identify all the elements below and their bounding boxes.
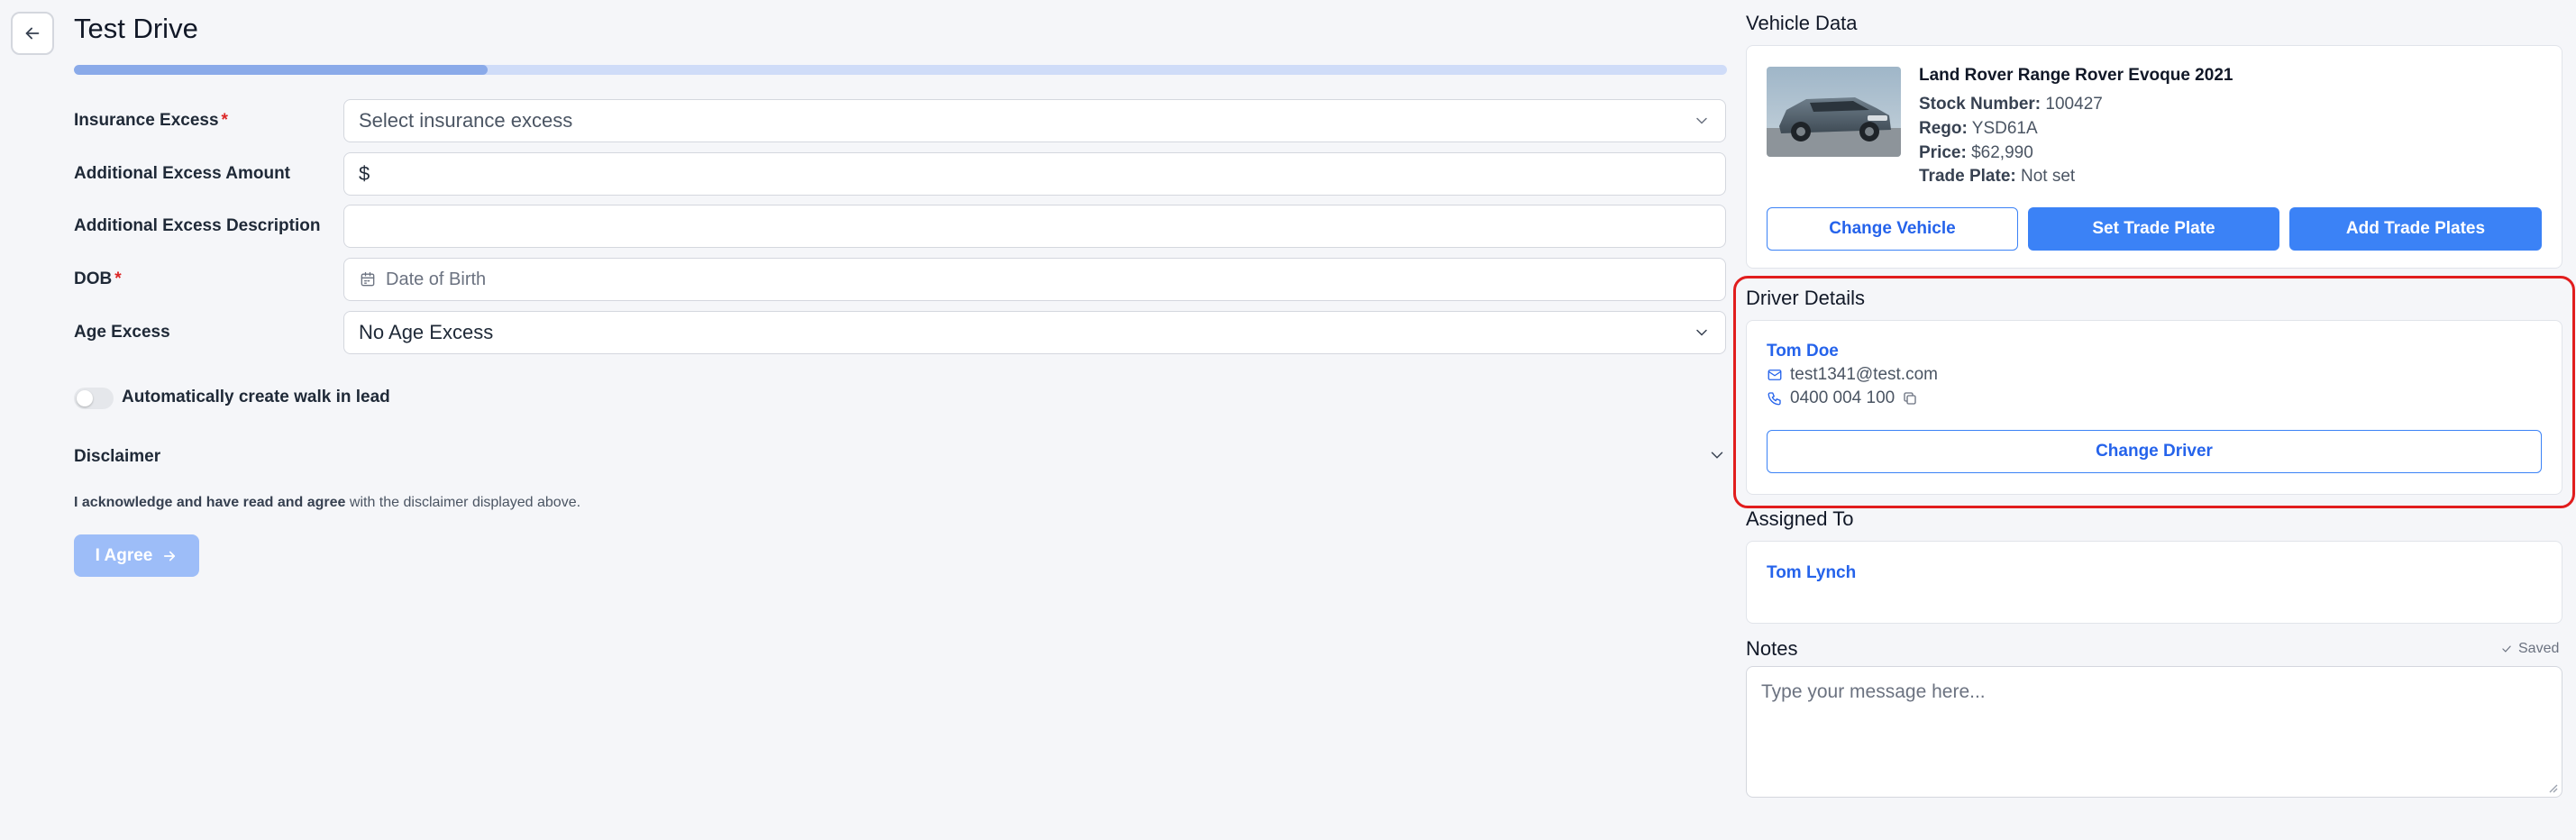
page-title: Test Drive xyxy=(74,13,198,44)
calendar-icon xyxy=(361,271,375,287)
copy-icon[interactable] xyxy=(1902,390,1918,406)
additional-excess-description-label: Additional Excess Description xyxy=(74,216,321,235)
driver-name-link[interactable]: Tom Doe xyxy=(1767,342,1839,361)
insurance-excess-placeholder: Select insurance excess xyxy=(359,109,573,132)
insurance-excess-label: Insurance Excess * xyxy=(74,111,228,130)
vehicle-image xyxy=(1767,67,1901,157)
agree-button[interactable]: I Agree xyxy=(74,534,199,577)
currency-prefix: $ xyxy=(359,162,370,185)
progress-bar xyxy=(74,65,1727,75)
driver-email: test1341@test.com xyxy=(1790,365,1938,384)
set-trade-plate-button[interactable]: Set Trade Plate xyxy=(2028,207,2279,251)
assigned-name-link[interactable]: Tom Lynch xyxy=(1767,563,1856,583)
notes-placeholder: Type your message here... xyxy=(1761,681,1986,702)
resize-handle-icon[interactable] xyxy=(2545,781,2558,793)
age-excess-value: No Age Excess xyxy=(359,321,494,343)
insurance-excess-select[interactable]: Select insurance excess xyxy=(343,99,1726,142)
vehicle-data-title: Vehicle Data xyxy=(1746,12,1858,34)
add-trade-plates-button[interactable]: Add Trade Plates xyxy=(2289,207,2542,251)
arrow-left-icon xyxy=(25,27,40,40)
agree-button-label: I Agree xyxy=(95,545,153,565)
disclaimer-acknowledgement: I acknowledge and have read and agree wi… xyxy=(74,495,581,510)
chevron-down-icon xyxy=(1693,324,1711,342)
arrow-right-icon xyxy=(164,551,176,561)
dob-label: DOB * xyxy=(74,269,122,288)
toggle-knob xyxy=(77,390,93,406)
phone-icon xyxy=(1768,392,1781,406)
vehicle-name: Land Rover Range Rover Evoque 2021 xyxy=(1919,66,2233,85)
change-driver-button[interactable]: Change Driver xyxy=(1767,430,2542,473)
check-icon xyxy=(2502,645,2511,653)
walk-in-lead-toggle[interactable] xyxy=(74,388,114,409)
change-vehicle-button[interactable]: Change Vehicle xyxy=(1767,207,2018,251)
age-excess-label: Age Excess xyxy=(74,323,170,342)
chevron-down-icon[interactable] xyxy=(1707,445,1727,470)
walk-in-lead-label: Automatically create walk in lead xyxy=(122,388,390,406)
assigned-to-title: Assigned To xyxy=(1746,507,1854,530)
assigned-card xyxy=(1746,541,2562,624)
disclaimer-heading[interactable]: Disclaimer xyxy=(74,447,160,467)
driver-phone-row: 0400 004 100 xyxy=(1767,388,1918,408)
additional-excess-description-input[interactable] xyxy=(343,205,1726,248)
driver-email-row: test1341@test.com xyxy=(1767,365,1938,385)
age-excess-select[interactable]: No Age Excess xyxy=(343,311,1726,354)
driver-phone: 0400 004 100 xyxy=(1790,388,1895,407)
driver-details-title: Driver Details xyxy=(1746,287,1866,309)
dob-input[interactable]: Date of Birth xyxy=(343,258,1726,301)
dob-placeholder: Date of Birth xyxy=(386,269,487,289)
notes-textarea[interactable]: Type your message here... xyxy=(1746,666,2562,798)
chevron-down-icon xyxy=(1693,112,1711,130)
back-button[interactable] xyxy=(11,12,54,55)
notes-title: Notes xyxy=(1746,637,1798,660)
mail-icon xyxy=(1768,370,1782,380)
rego-row: Rego: YSD61A xyxy=(1919,119,2038,138)
additional-excess-amount-input[interactable]: $ xyxy=(343,152,1726,196)
progress-fill xyxy=(74,65,488,75)
stock-number-row: Stock Number: 100427 xyxy=(1919,95,2103,114)
saved-status: Saved xyxy=(2500,641,2559,657)
price-row: Price: $62,990 xyxy=(1919,143,2033,162)
trade-plate-row: Trade Plate: Not set xyxy=(1919,167,2076,186)
additional-excess-amount-label: Additional Excess Amount xyxy=(74,164,290,183)
